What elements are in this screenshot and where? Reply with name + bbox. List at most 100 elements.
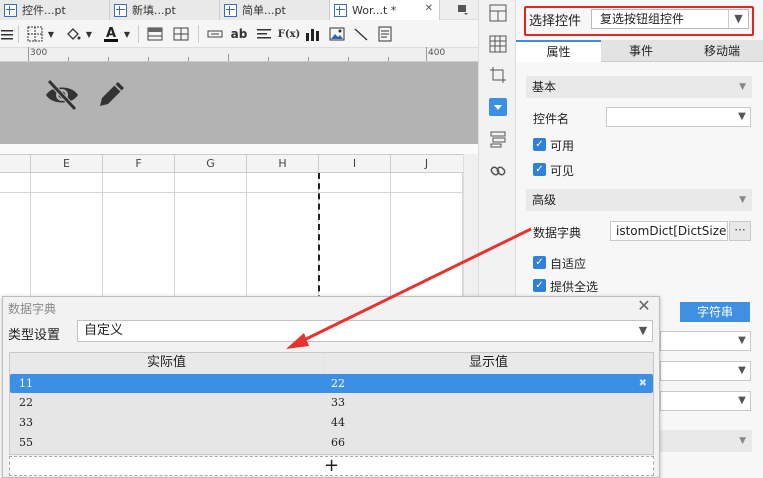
table-row[interactable]: 33 44 <box>10 413 653 432</box>
enabled-checkbox[interactable]: ✓ <box>533 138 546 151</box>
tab-simple[interactable]: 简单...pt <box>220 0 330 20</box>
column-header: E F G H I J <box>0 154 478 173</box>
data-dictionary-label: 数据字典 <box>533 226 582 240</box>
horizontal-ruler: 300 400 <box>0 47 478 62</box>
chevron-down-icon: ▼ <box>739 82 746 92</box>
border-icon[interactable] <box>24 24 46 44</box>
column-header-f[interactable]: F <box>102 155 174 173</box>
dropdown-widget-icon[interactable] <box>489 98 507 116</box>
section-basic[interactable]: 基本 ▼ <box>526 76 752 98</box>
crop-icon[interactable] <box>489 66 507 84</box>
tab-controls[interactable]: 控件...pt <box>0 0 110 20</box>
tab-mobile[interactable]: 移动端 <box>681 40 763 62</box>
property-tabs: 属性 事件 移动端 <box>516 40 763 62</box>
chevron-down-icon[interactable]: ▼ <box>84 24 94 44</box>
actual-value-cell[interactable]: 22 <box>19 393 33 412</box>
select-all-checkbox[interactable]: ✓ <box>533 279 546 292</box>
chevron-down-icon[interactable]: ▼ <box>46 24 56 44</box>
form-body-area <box>0 62 478 144</box>
tab-label: 控件...pt <box>22 4 66 17</box>
table-row[interactable]: 22 33 <box>10 393 653 412</box>
column-header-display: 显示值 <box>325 353 652 373</box>
chevron-down-icon: ▼ <box>739 195 746 205</box>
align-icon[interactable] <box>0 24 14 44</box>
table-layout-icon[interactable] <box>489 35 507 53</box>
collapsed-section[interactable]: ▼ <box>660 430 752 452</box>
formula-icon[interactable]: F(x) <box>278 24 301 44</box>
close-icon[interactable]: ✕ <box>425 3 433 14</box>
section-title: 高级 <box>532 193 557 207</box>
adaptive-checkbox[interactable]: ✓ <box>533 256 546 269</box>
chevron-down-icon: ▼ <box>739 436 746 446</box>
section-advanced[interactable]: 高级 ▼ <box>526 189 752 211</box>
chevron-down-icon[interactable]: ▼ <box>733 362 751 380</box>
actual-value-cell[interactable]: 55 <box>19 433 33 452</box>
chevron-down-icon[interactable]: ▼ <box>633 321 653 341</box>
control-name-field[interactable] <box>606 107 751 127</box>
column-header-j[interactable]: J <box>390 155 462 173</box>
merge-cells-icon[interactable] <box>144 24 166 44</box>
type-setting-select[interactable]: 自定义 <box>77 320 653 342</box>
split-cells-icon[interactable] <box>170 24 192 44</box>
table-row[interactable]: 11 22 ✖ <box>10 374 653 393</box>
chevron-down-icon[interactable]: ▼ <box>733 108 751 126</box>
column-header-e[interactable]: E <box>30 155 102 173</box>
display-value-cell[interactable]: 33 <box>331 393 345 412</box>
adaptive-label: 自适应 <box>550 257 587 271</box>
table-row[interactable]: 55 66 <box>10 433 653 452</box>
font-color-icon[interactable]: A <box>100 24 122 44</box>
paragraph-icon[interactable] <box>254 24 274 44</box>
display-value-cell[interactable]: 66 <box>331 433 345 452</box>
tab-menu-icon[interactable] <box>448 0 478 20</box>
delete-row-icon[interactable]: ✖ <box>639 374 647 393</box>
edit-pencil-icon[interactable] <box>96 78 128 113</box>
control-name-label: 控件名 <box>533 112 570 126</box>
chevron-down-icon[interactable]: ▼ <box>728 10 748 28</box>
column-header-i[interactable]: I <box>318 155 390 173</box>
slash-icon[interactable] <box>350 24 372 44</box>
chevron-down-icon[interactable]: ▼ <box>733 392 751 410</box>
file-tab-bar: 控件...pt 新填...pt 简单...pt Wor...t * ✕ <box>0 0 478 20</box>
svg-text:A: A <box>106 26 116 41</box>
add-row-button[interactable]: + <box>9 456 654 476</box>
ruler-label: 400 <box>428 48 446 58</box>
tab-label: 简单...pt <box>242 4 286 17</box>
enabled-label: 可用 <box>550 139 575 153</box>
report-file-icon <box>224 3 237 17</box>
column-header-h[interactable]: H <box>246 155 318 173</box>
text-icon[interactable]: ab <box>228 24 250 44</box>
image-icon[interactable] <box>326 24 348 44</box>
chevron-down-icon[interactable]: ▼ <box>122 24 132 44</box>
tab-workbook[interactable]: Wor...t * ✕ <box>330 0 440 20</box>
data-dictionary-edit-button[interactable]: ··· <box>729 221 751 241</box>
select-control-label: 选择控件 <box>529 14 582 29</box>
format-toolbar: ▼ ▼ A ▼ ab F(x) <box>0 20 478 48</box>
tab-label: Wor...t * <box>352 3 397 17</box>
section-title: 基本 <box>532 80 557 94</box>
layout-icon[interactable] <box>489 4 507 22</box>
report-file-icon <box>334 3 347 17</box>
hide-icon[interactable] <box>44 78 80 115</box>
settings-list-icon[interactable] <box>489 130 507 148</box>
widget-icon[interactable] <box>374 24 396 44</box>
link-icon[interactable] <box>489 162 507 180</box>
report-file-icon <box>4 3 17 17</box>
textbox-icon[interactable] <box>204 24 226 44</box>
actual-value-cell[interactable]: 11 <box>19 374 33 393</box>
tab-properties[interactable]: 属性 <box>516 40 601 62</box>
control-selector-dropdown[interactable]: 复选按钮组控件 <box>591 9 749 29</box>
ruler-label: 300 <box>30 48 48 58</box>
close-icon[interactable]: ✕ <box>635 297 653 315</box>
actual-value-cell[interactable]: 33 <box>19 413 33 432</box>
fill-color-icon[interactable] <box>62 24 84 44</box>
display-value-cell[interactable]: 22 <box>331 374 345 393</box>
column-header-g[interactable]: G <box>174 155 246 173</box>
visible-checkbox[interactable]: ✓ <box>533 163 546 176</box>
chart-icon[interactable] <box>302 24 324 44</box>
chevron-down-icon[interactable]: ▼ <box>733 332 751 350</box>
tab-new-fill[interactable]: 新填...pt <box>110 0 220 20</box>
data-dictionary-field[interactable]: istomDict[DictSize:4] <box>610 221 728 241</box>
display-value-cell[interactable]: 44 <box>331 413 345 432</box>
string-type-button[interactable]: 字符串 <box>680 302 750 322</box>
tab-events[interactable]: 事件 <box>601 40 681 62</box>
